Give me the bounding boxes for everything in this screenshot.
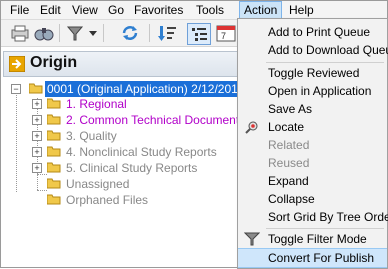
menu-separator <box>266 228 384 229</box>
tree-node-label: 4. Nonclinical Study Reports <box>66 145 217 159</box>
menu-item-label: Collapse <box>268 192 315 206</box>
menu-item-label: Add to Download Queue <box>268 43 388 57</box>
menu-action[interactable]: Action <box>239 1 283 19</box>
menu-item-label: Locate <box>268 120 305 134</box>
tree-node[interactable]: + 3. Quality <box>27 128 237 144</box>
printer-icon <box>11 25 29 42</box>
tree-node-label: 1. Regional <box>66 97 127 111</box>
folder-icon <box>47 146 61 157</box>
origin-header: Origin <box>3 51 239 77</box>
tree-node[interactable]: + 4. Nonclinical Study Reports <box>27 144 237 160</box>
menu-item-label: Sort Grid By Tree Order <box>268 210 388 224</box>
menu-separator <box>266 62 384 63</box>
expand-icon[interactable]: + <box>32 115 42 125</box>
menu-favorites[interactable]: Favorites <box>131 3 186 17</box>
menu-file[interactable]: File <box>7 3 32 17</box>
binoculars-icon <box>34 28 54 41</box>
menu-item-label: Toggle Reviewed <box>268 66 360 80</box>
tree-node[interactable]: + 2. Common Technical Document Summ <box>27 112 237 128</box>
tree-root-node[interactable]: − 0001 (Original Application) 2/12/2019 <box>9 81 247 97</box>
menu-item-convert-for-publish[interactable]: Convert For Publish <box>238 248 387 268</box>
menu-item-label: Related <box>268 138 310 152</box>
chevron-down-icon <box>89 31 97 36</box>
toolbar-separator <box>103 24 104 42</box>
tree-view-button[interactable] <box>187 23 211 45</box>
svg-text:7: 7 <box>221 31 226 41</box>
origin-title: Origin <box>30 54 78 71</box>
menu-item-locate[interactable]: Locate <box>238 118 387 136</box>
tree-node[interactable]: Orphaned Files <box>27 192 237 208</box>
menu-item-expand[interactable]: Expand <box>238 172 387 190</box>
menu-item-collapse[interactable]: Collapse <box>238 190 387 208</box>
folder-icon <box>47 162 61 173</box>
menu-help[interactable]: Help <box>286 3 317 17</box>
calendar-icon: 7 <box>216 25 236 42</box>
tree-list-icon <box>192 28 207 41</box>
folder-icon <box>47 194 61 205</box>
document-tree: − 0001 (Original Application) 2/12/2019 … <box>3 78 247 266</box>
expand-icon[interactable]: + <box>32 131 42 141</box>
menu-item-reused[interactable]: Reused <box>238 154 387 172</box>
tree-root-label: 0001 (Original Application) 2/12/2019 <box>45 81 247 97</box>
tree-node-label: Unassigned <box>66 177 130 191</box>
menu-item-label: Reused <box>268 156 310 170</box>
folder-icon <box>47 130 61 141</box>
print-button[interactable] <box>9 23 31 43</box>
tree-node-label: Orphaned Files <box>66 193 149 207</box>
folder-icon <box>47 178 61 189</box>
menu-item-toggle-reviewed[interactable]: Toggle Reviewed <box>238 64 387 82</box>
menu-item-save-as[interactable]: Save As <box>238 100 387 118</box>
tree-connector <box>16 90 17 192</box>
tree-node-label: 3. Quality <box>66 129 117 143</box>
folder-icon <box>47 114 61 125</box>
tree-node[interactable]: Unassigned <box>27 176 237 192</box>
tree-node[interactable]: + 5. Clinical Study Reports <box>27 160 237 176</box>
expand-icon[interactable]: + <box>32 147 42 157</box>
menu-item-add-to-download-queue[interactable]: Add to Download Queue <box>238 41 388 59</box>
calendar-button[interactable]: 7 <box>215 23 237 43</box>
menu-item-toggle-filter-mode[interactable]: Toggle Filter Mode <box>238 230 387 248</box>
menu-item-label: Open in Application <box>268 84 372 98</box>
toolbar-separator <box>59 24 60 42</box>
menu-go[interactable]: Go <box>105 3 127 17</box>
sort-button[interactable] <box>157 23 179 43</box>
menu-item-label: Add to Print Queue <box>268 25 371 39</box>
folder-open-icon <box>29 83 43 94</box>
expand-icon[interactable]: + <box>32 99 42 109</box>
toolbar-separator <box>149 24 150 42</box>
menu-item-related[interactable]: Related <box>238 136 387 154</box>
menu-item-open-in-application[interactable]: Open in Application <box>238 82 387 100</box>
funnel-icon <box>66 26 84 41</box>
menu-item-add-to-print-queue[interactable]: Add to Print Queue <box>238 23 387 41</box>
refresh-button[interactable] <box>119 23 141 43</box>
collapse-icon[interactable]: − <box>11 84 21 94</box>
menu-view[interactable]: View <box>69 3 101 17</box>
expand-icon[interactable]: + <box>32 163 42 173</box>
menu-item-sort-grid-by-tree-order[interactable]: Sort Grid By Tree Order <box>238 208 388 226</box>
filter-button[interactable] <box>65 23 87 43</box>
refresh-icon <box>122 26 138 40</box>
tree-node[interactable]: + 1. Regional <box>27 96 237 112</box>
arrow-right-icon <box>8 55 26 75</box>
menu-item-label: Expand <box>268 174 309 188</box>
filter-dropdown[interactable] <box>87 23 99 43</box>
menu-edit[interactable]: Edit <box>37 3 64 17</box>
find-button[interactable] <box>33 23 55 43</box>
action-menu: Add to Print Queue Add to Download Queue… <box>237 18 388 269</box>
menu-item-label: Convert For Publish <box>268 251 375 265</box>
menu-item-label: Toggle Filter Mode <box>268 232 367 246</box>
sort-down-icon <box>158 26 176 41</box>
folder-icon <box>47 98 61 109</box>
menu-tools[interactable]: Tools <box>193 3 227 17</box>
menu-item-label: Save As <box>268 102 313 116</box>
tree-node-label: 5. Clinical Study Reports <box>66 161 198 175</box>
tree-node-label: 2. Common Technical Document Summ <box>66 113 237 127</box>
